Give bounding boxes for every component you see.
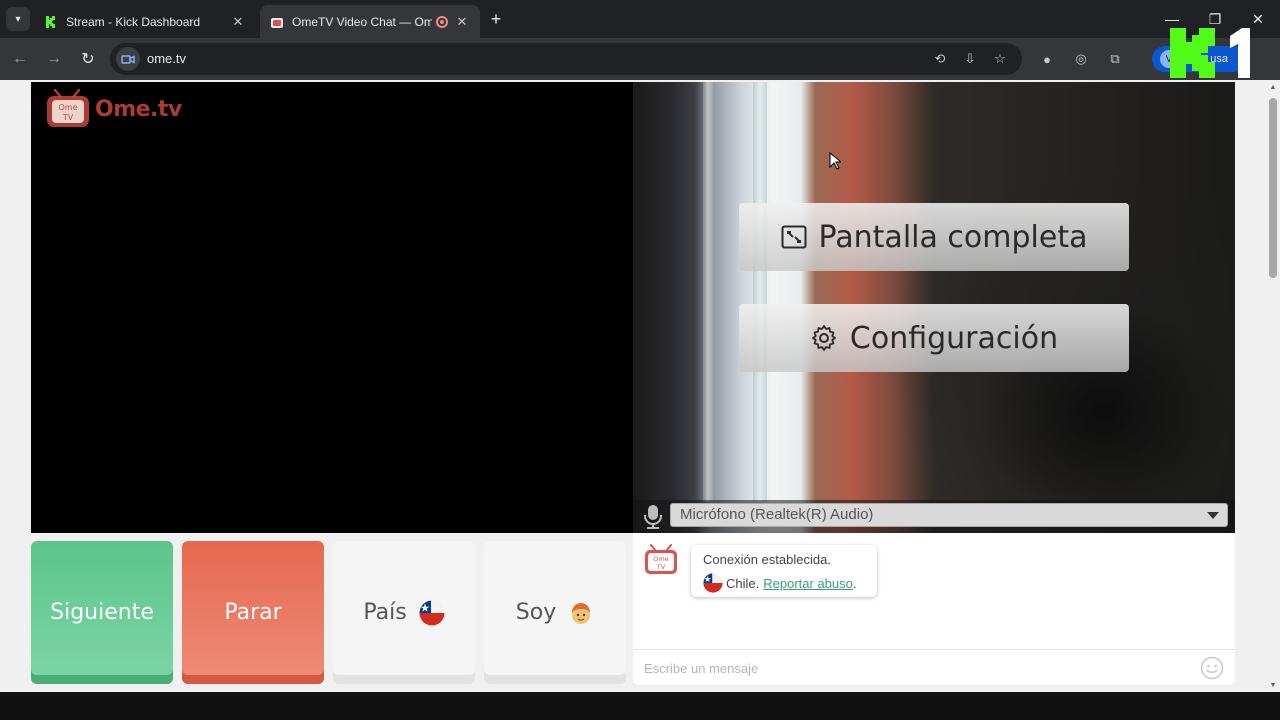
scroll-down-icon[interactable]: ▼ [1269,681,1277,689]
ometv-page: Ome TV Ome.tv Pantalla completa Configur… [0,80,1280,692]
chat-panel: Ome TV Conexión establecida. Chile. Repo… [633,533,1235,685]
scroll-up-icon[interactable]: ▲ [1269,83,1277,91]
minimize-button[interactable]: — [1160,8,1184,30]
chevron-down-icon: ▾ [15,13,21,25]
smiley-emoji-icon[interactable] [1200,656,1224,680]
ometv-chat-avatar-icon: Ome TV [645,544,677,574]
stop-button[interactable]: Parar [182,541,324,684]
chat-input-area [633,649,1235,685]
forward-button[interactable]: → [42,47,66,71]
fullscreen-icon [781,225,807,249]
logo-badge-top: Ome [58,103,77,112]
plus-icon: + [490,8,502,29]
tv-logo-icon: Ome TV [47,89,89,127]
close-icon: ✕ [1252,10,1264,27]
chat-avatar-top: Ome [653,555,668,563]
arrow-left-icon: ← [12,50,28,67]
tab-kick-dashboard[interactable]: Stream - Kick Dashboard ✕ [34,5,256,38]
extension-circle-icon[interactable]: ◎ [1070,48,1092,70]
translate-icon[interactable]: ⟲ [930,49,950,69]
close-window-button[interactable]: ✕ [1246,8,1270,30]
restore-icon: ❐ [1208,10,1222,27]
fullscreen-label: Pantalla completa [818,219,1088,255]
tab-close-icon[interactable]: ✕ [230,14,246,30]
mouse-cursor-icon [829,152,841,170]
country-filter-button[interactable]: País [333,541,475,684]
kick-logo-icon [1170,28,1250,78]
chat-avatar-bottom: TV [656,563,666,571]
local-camera-video: Pantalla completa Configuración [633,82,1235,533]
tab-title: Stream - Kick Dashboard [66,14,201,29]
remote-video: Ome TV Ome.tv [31,82,633,533]
microphone-selected-value: Micrófono (Realtek(R) Audio) [680,506,874,523]
next-label: Siguiente [50,600,154,625]
ometv-favicon-icon [271,17,283,28]
chile-flag-icon [419,600,445,625]
microphone-bar: Micrófono (Realtek(R) Audio) [633,500,1235,533]
reload-button[interactable]: ↻ [76,47,100,71]
tab-bar: ▾ Stream - Kick Dashboard ✕ OmeTV Video … [0,0,1280,38]
minimize-icon: — [1165,11,1179,27]
tab-search-button[interactable]: ▾ [6,7,30,31]
bookmark-star-icon[interactable]: ☆ [990,49,1010,69]
next-button[interactable]: Siguiente [31,541,173,684]
logo-text: Ome.tv [95,96,182,122]
logo-badge-bottom: TV [62,113,74,122]
partner-country-text: Chile. [726,575,760,591]
gear-icon [812,325,836,351]
chile-flag-icon [703,573,723,593]
address-bar[interactable]: ome.tv ⟲ ⇩ ☆ [110,43,1022,75]
system-message-bubble: Conexión establecida. Chile. Reportar ab… [691,545,877,597]
settings-button[interactable]: Configuración [739,304,1129,372]
scroll-thumb[interactable] [1269,98,1277,278]
country-label: País [363,600,407,625]
install-app-icon[interactable]: ⇩ [960,49,980,69]
connection-status-text: Conexión establecida. [703,552,831,567]
tab-title: OmeTV Video Chat — Ome [292,14,432,29]
browser-toolbar: ← → ↻ ome.tv ⟲ ⇩ ☆ ● ◎ ⧉ V usa [0,38,1280,80]
gender-filter-button[interactable]: Soy [484,541,626,684]
restore-button[interactable]: ❐ [1203,8,1227,30]
boy-avatar-icon [572,602,591,624]
fullscreen-button[interactable]: Pantalla completa [739,203,1129,271]
window-curtain [703,82,713,502]
window-curtain [753,82,767,502]
gender-label: Soy [515,600,557,625]
page-scrollbar[interactable]: ▲ ▼ [1266,80,1280,692]
extension-snapchat-icon[interactable]: ● [1036,48,1058,70]
stop-label: Parar [224,600,282,625]
tab-ometv[interactable]: OmeTV Video Chat — Ome ✕ [260,5,480,38]
kick-favicon-icon [44,14,58,29]
report-abuse-link[interactable]: Reportar abuso [763,576,853,591]
recording-indicator-icon [436,15,448,28]
report-suffix: . [852,575,857,591]
site-info-button[interactable] [116,47,140,71]
taskbar-strip [0,692,1280,720]
reload-icon: ↻ [81,51,95,68]
microphone-icon [644,505,662,529]
settings-label: Configuración [849,320,1059,356]
camera-in-use-icon [121,55,135,64]
ometv-logo[interactable]: Ome TV Ome.tv [45,89,182,129]
url-text: ome.tv [147,51,187,66]
microphone-select[interactable]: Micrófono (Realtek(R) Audio) [670,503,1228,527]
message-input[interactable] [644,658,1184,678]
tab-close-icon[interactable]: ✕ [454,14,470,30]
caret-down-icon [1207,512,1219,519]
extensions-puzzle-icon[interactable]: ⧉ [1104,48,1126,70]
back-button[interactable]: ← [8,47,32,71]
arrow-right-icon: → [46,50,62,67]
new-tab-button[interactable]: + [486,9,506,29]
